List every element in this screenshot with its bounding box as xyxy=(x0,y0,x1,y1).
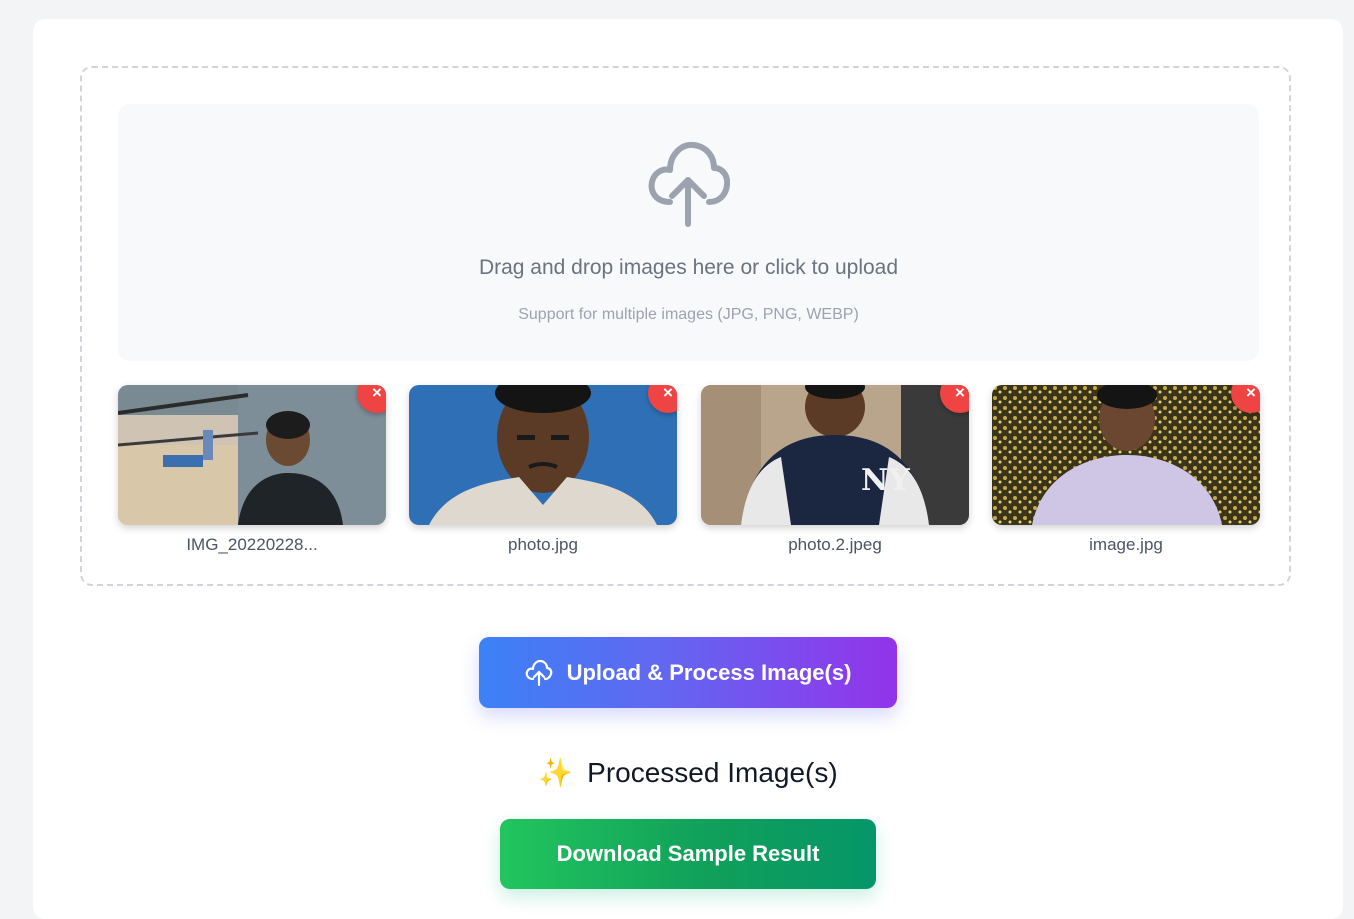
thumbnail-item: × IMG_20220228... xyxy=(118,385,386,555)
thumbnail-filename: IMG_20220228... xyxy=(186,535,318,554)
thumbnail-filename: image.jpg xyxy=(1089,535,1163,554)
dropzone-title: Drag and drop images here or click to up… xyxy=(478,256,899,279)
thumbnail-image: NY × xyxy=(701,385,969,525)
dropzone-subtitle: Support for multiple images (JPG, PNG, W… xyxy=(518,306,859,323)
cloud-upload-icon xyxy=(648,141,730,227)
thumbnail-list: × IMG_20220228... × photo.jpg NY × photo… xyxy=(118,385,1260,565)
thumbnail-image: × xyxy=(409,385,677,525)
svg-text:NY: NY xyxy=(861,463,910,498)
thumbnail-image: × xyxy=(118,385,386,525)
thumbnail-filename: photo.jpg xyxy=(508,535,578,554)
upload-process-label: Upload & Process Image(s) xyxy=(566,659,852,685)
thumbnail-item: NY × photo.2.jpeg xyxy=(701,385,969,555)
thumbnail-item: × photo.jpg xyxy=(409,385,677,555)
upload-panel: Drag and drop images here or click to up… xyxy=(80,66,1291,586)
thumbnail-image: × xyxy=(992,385,1260,525)
download-sample-label: Download Sample Result xyxy=(556,841,820,866)
thumbnail-filename: photo.2.jpeg xyxy=(788,535,882,554)
thumbnail-item: × image.jpg xyxy=(992,385,1260,555)
upload-process-button[interactable]: Upload & Process Image(s) xyxy=(479,637,897,708)
processed-heading: ✨ Processed Image(s) xyxy=(33,756,1343,789)
processed-title: Processed Image(s) xyxy=(587,757,838,788)
main-card: Drag and drop images here or click to up… xyxy=(33,19,1343,919)
sparkles-icon: ✨ xyxy=(538,757,574,788)
cloud-upload-icon xyxy=(525,659,552,686)
dropzone[interactable]: Drag and drop images here or click to up… xyxy=(118,104,1259,361)
download-sample-button[interactable]: Download Sample Result xyxy=(500,819,876,889)
